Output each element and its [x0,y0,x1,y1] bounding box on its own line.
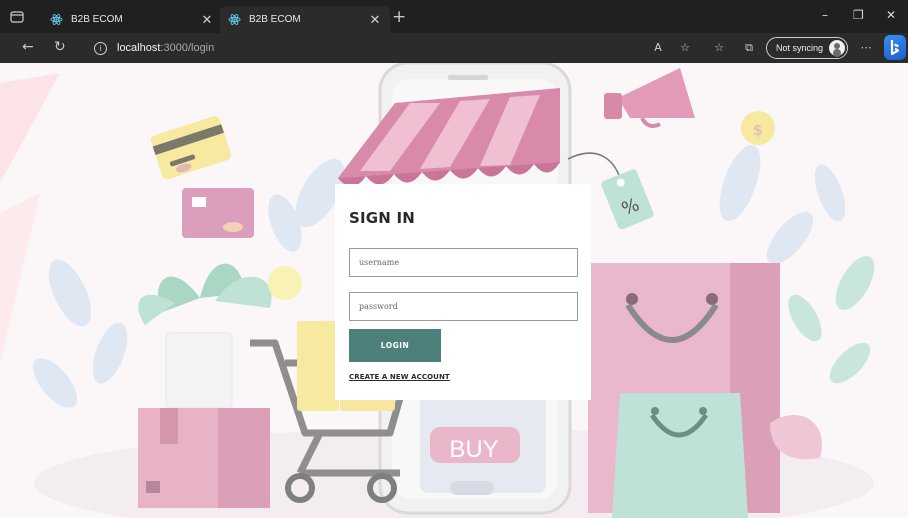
site-info-icon[interactable]: i [94,41,107,55]
close-window-button[interactable]: ✕ [886,8,896,22]
tab-title: B2B ECOM [71,14,123,25]
buy-label: BUY [449,436,498,463]
profile-sync-button[interactable]: Not syncing [766,37,848,59]
restore-button[interactable]: ❐ [853,8,864,22]
tab-title: B2B ECOM [249,14,301,25]
sign-in-heading: SIGN IN [349,209,416,227]
close-tab-icon[interactable]: ✕ [368,12,382,28]
collections-icon[interactable]: ⧉ [741,41,757,55]
login-page: BUY % $ SIGN IN username password LOGIN … [0,63,908,518]
username-input[interactable]: username [349,248,578,277]
url-field[interactable]: i localhost :3000/login [84,37,704,59]
new-tab-button[interactable]: + [392,7,406,27]
url-host: localhost [117,42,161,54]
create-account-link[interactable]: CREATE A NEW ACCOUNT [349,373,450,381]
read-aloud-icon[interactable]: A [650,41,666,55]
bing-copilot-icon[interactable] [884,35,906,60]
password-placeholder: password [359,302,398,311]
minimize-button[interactable]: – [822,8,828,22]
password-input[interactable]: password [349,292,578,321]
login-button[interactable]: LOGIN [349,329,441,362]
favorites-icon[interactable]: ☆ [711,41,727,55]
more-options-icon[interactable]: ⋯ [858,41,874,55]
profile-avatar-icon [829,40,845,56]
sync-label: Not syncing [776,43,824,53]
coin-symbol: $ [753,121,763,139]
close-tab-icon[interactable]: ✕ [200,12,214,28]
username-placeholder: username [359,258,400,267]
react-icon [228,14,241,25]
refresh-icon[interactable]: ↻ [54,39,66,55]
tab-strip: B2B ECOM ✕ B2B ECOM ✕ + – ❐ ✕ [0,0,908,33]
tab-b2b-ecom-1[interactable]: B2B ECOM ✕ [42,6,222,33]
tab-actions-icon[interactable] [10,11,24,23]
login-card: SIGN IN username password LOGIN CREATE A… [335,184,591,400]
tab-b2b-ecom-2[interactable]: B2B ECOM ✕ [220,6,390,33]
back-arrow-icon[interactable]: ← [22,39,34,55]
url-path: :3000/login [160,42,215,54]
add-favorite-icon[interactable]: ☆ [677,41,693,55]
react-icon [50,14,63,25]
